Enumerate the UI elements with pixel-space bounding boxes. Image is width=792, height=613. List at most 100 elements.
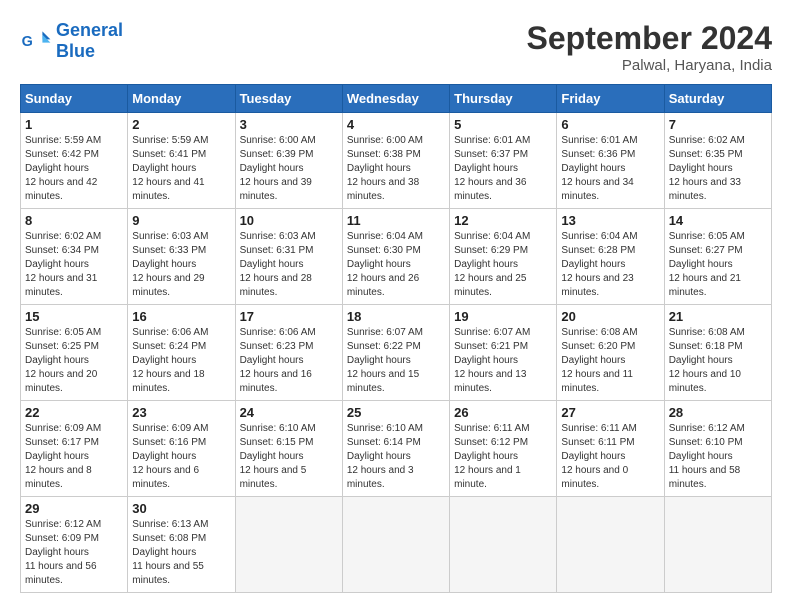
day-number: 24 [240,405,338,420]
day-info: Sunrise: 5:59 AM Sunset: 6:42 PM Dayligh… [25,134,123,204]
day-number: 8 [25,213,123,228]
day-info: Sunrise: 6:11 AM Sunset: 6:12 PM Dayligh… [454,422,552,492]
day-number: 25 [347,405,445,420]
day-number: 23 [132,405,230,420]
calendar-cell [235,497,342,593]
month-title: September 2024 [527,20,772,57]
calendar-cell [557,497,664,593]
day-number: 10 [240,213,338,228]
weekday-thursday: Thursday [450,85,557,113]
day-info: Sunrise: 6:11 AM Sunset: 6:11 PM Dayligh… [561,422,659,492]
day-number: 7 [669,117,767,132]
day-info: Sunrise: 5:59 AM Sunset: 6:41 PM Dayligh… [132,134,230,204]
calendar-cell: 29 Sunrise: 6:12 AM Sunset: 6:09 PM Dayl… [21,497,128,593]
weekday-sunday: Sunday [21,85,128,113]
calendar-week-2: 8 Sunrise: 6:02 AM Sunset: 6:34 PM Dayli… [21,209,772,305]
day-info: Sunrise: 6:07 AM Sunset: 6:21 PM Dayligh… [454,326,552,396]
day-number: 15 [25,309,123,324]
day-info: Sunrise: 6:01 AM Sunset: 6:37 PM Dayligh… [454,134,552,204]
calendar-cell: 21 Sunrise: 6:08 AM Sunset: 6:18 PM Dayl… [664,305,771,401]
day-info: Sunrise: 6:05 AM Sunset: 6:25 PM Dayligh… [25,326,123,396]
day-number: 12 [454,213,552,228]
day-number: 14 [669,213,767,228]
day-number: 11 [347,213,445,228]
calendar-week-3: 15 Sunrise: 6:05 AM Sunset: 6:25 PM Dayl… [21,305,772,401]
calendar-cell: 14 Sunrise: 6:05 AM Sunset: 6:27 PM Dayl… [664,209,771,305]
weekday-saturday: Saturday [664,85,771,113]
calendar-cell [342,497,449,593]
day-number: 4 [347,117,445,132]
day-info: Sunrise: 6:09 AM Sunset: 6:17 PM Dayligh… [25,422,123,492]
day-number: 20 [561,309,659,324]
calendar-cell: 5 Sunrise: 6:01 AM Sunset: 6:37 PM Dayli… [450,113,557,209]
calendar-cell: 18 Sunrise: 6:07 AM Sunset: 6:22 PM Dayl… [342,305,449,401]
day-info: Sunrise: 6:10 AM Sunset: 6:14 PM Dayligh… [347,422,445,492]
day-info: Sunrise: 6:08 AM Sunset: 6:20 PM Dayligh… [561,326,659,396]
calendar-cell: 13 Sunrise: 6:04 AM Sunset: 6:28 PM Dayl… [557,209,664,305]
calendar-week-1: 1 Sunrise: 5:59 AM Sunset: 6:42 PM Dayli… [21,113,772,209]
day-number: 29 [25,501,123,516]
weekday-header-row: SundayMondayTuesdayWednesdayThursdayFrid… [21,85,772,113]
logo-general: General [56,20,123,41]
calendar-cell: 27 Sunrise: 6:11 AM Sunset: 6:11 PM Dayl… [557,401,664,497]
page-header: G General Blue September 2024 Palwal, Ha… [20,20,772,74]
day-number: 13 [561,213,659,228]
weekday-friday: Friday [557,85,664,113]
day-number: 5 [454,117,552,132]
weekday-tuesday: Tuesday [235,85,342,113]
location: Palwal, Haryana, India [527,57,772,74]
calendar-cell: 16 Sunrise: 6:06 AM Sunset: 6:24 PM Dayl… [128,305,235,401]
day-number: 21 [669,309,767,324]
day-info: Sunrise: 6:05 AM Sunset: 6:27 PM Dayligh… [669,230,767,300]
day-info: Sunrise: 6:04 AM Sunset: 6:28 PM Dayligh… [561,230,659,300]
calendar-cell [664,497,771,593]
calendar-body: 1 Sunrise: 5:59 AM Sunset: 6:42 PM Dayli… [21,113,772,593]
day-info: Sunrise: 6:00 AM Sunset: 6:38 PM Dayligh… [347,134,445,204]
day-info: Sunrise: 6:02 AM Sunset: 6:35 PM Dayligh… [669,134,767,204]
day-info: Sunrise: 6:13 AM Sunset: 6:08 PM Dayligh… [132,518,230,588]
calendar-cell: 8 Sunrise: 6:02 AM Sunset: 6:34 PM Dayli… [21,209,128,305]
calendar-cell: 19 Sunrise: 6:07 AM Sunset: 6:21 PM Dayl… [450,305,557,401]
calendar-cell: 17 Sunrise: 6:06 AM Sunset: 6:23 PM Dayl… [235,305,342,401]
day-info: Sunrise: 6:00 AM Sunset: 6:39 PM Dayligh… [240,134,338,204]
calendar-cell: 28 Sunrise: 6:12 AM Sunset: 6:10 PM Dayl… [664,401,771,497]
day-number: 22 [25,405,123,420]
day-number: 16 [132,309,230,324]
day-number: 30 [132,501,230,516]
calendar-week-4: 22 Sunrise: 6:09 AM Sunset: 6:17 PM Dayl… [21,401,772,497]
day-number: 18 [347,309,445,324]
day-number: 3 [240,117,338,132]
calendar-cell: 9 Sunrise: 6:03 AM Sunset: 6:33 PM Dayli… [128,209,235,305]
calendar-cell [450,497,557,593]
calendar-cell: 7 Sunrise: 6:02 AM Sunset: 6:35 PM Dayli… [664,113,771,209]
day-info: Sunrise: 6:03 AM Sunset: 6:33 PM Dayligh… [132,230,230,300]
day-number: 1 [25,117,123,132]
day-info: Sunrise: 6:10 AM Sunset: 6:15 PM Dayligh… [240,422,338,492]
calendar-cell: 10 Sunrise: 6:03 AM Sunset: 6:31 PM Dayl… [235,209,342,305]
day-info: Sunrise: 6:04 AM Sunset: 6:29 PM Dayligh… [454,230,552,300]
calendar-cell: 3 Sunrise: 6:00 AM Sunset: 6:39 PM Dayli… [235,113,342,209]
day-number: 28 [669,405,767,420]
day-number: 27 [561,405,659,420]
calendar-cell: 4 Sunrise: 6:00 AM Sunset: 6:38 PM Dayli… [342,113,449,209]
calendar-week-5: 29 Sunrise: 6:12 AM Sunset: 6:09 PM Dayl… [21,497,772,593]
day-number: 17 [240,309,338,324]
calendar-table: SundayMondayTuesdayWednesdayThursdayFrid… [20,84,772,593]
day-info: Sunrise: 6:07 AM Sunset: 6:22 PM Dayligh… [347,326,445,396]
calendar-cell: 1 Sunrise: 5:59 AM Sunset: 6:42 PM Dayli… [21,113,128,209]
calendar-cell: 25 Sunrise: 6:10 AM Sunset: 6:14 PM Dayl… [342,401,449,497]
calendar-cell: 20 Sunrise: 6:08 AM Sunset: 6:20 PM Dayl… [557,305,664,401]
logo-blue: Blue [56,41,123,62]
day-info: Sunrise: 6:08 AM Sunset: 6:18 PM Dayligh… [669,326,767,396]
day-number: 26 [454,405,552,420]
logo: G General Blue [20,20,123,62]
calendar-cell: 24 Sunrise: 6:10 AM Sunset: 6:15 PM Dayl… [235,401,342,497]
calendar-cell: 30 Sunrise: 6:13 AM Sunset: 6:08 PM Dayl… [128,497,235,593]
day-info: Sunrise: 6:12 AM Sunset: 6:09 PM Dayligh… [25,518,123,588]
day-info: Sunrise: 6:01 AM Sunset: 6:36 PM Dayligh… [561,134,659,204]
calendar-cell: 26 Sunrise: 6:11 AM Sunset: 6:12 PM Dayl… [450,401,557,497]
day-info: Sunrise: 6:06 AM Sunset: 6:24 PM Dayligh… [132,326,230,396]
logo-icon: G [20,25,52,57]
day-info: Sunrise: 6:02 AM Sunset: 6:34 PM Dayligh… [25,230,123,300]
svg-text:G: G [22,34,33,50]
